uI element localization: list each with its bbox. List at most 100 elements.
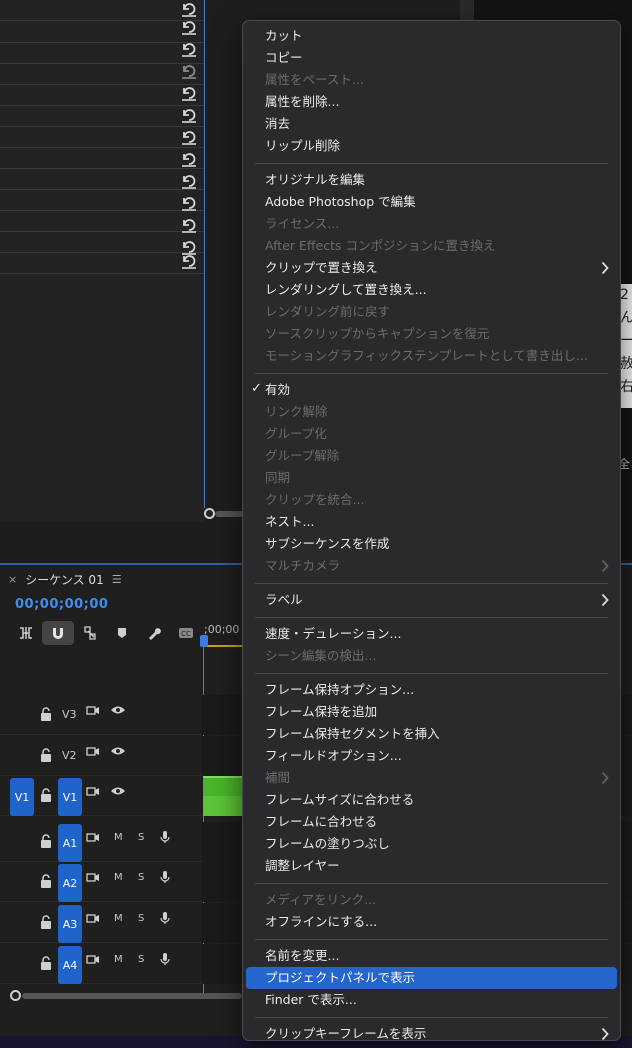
eye-icon[interactable] <box>110 746 126 756</box>
sync-lock-icon[interactable] <box>86 913 100 923</box>
lock-icon[interactable] <box>40 874 52 888</box>
microphone-icon[interactable] <box>160 911 170 925</box>
menu-item-2-7[interactable]: サブシーケンスを作成 <box>246 533 617 555</box>
lock-icon[interactable] <box>40 956 52 970</box>
sync-lock-icon[interactable] <box>86 746 100 756</box>
menu-item-5-1[interactable]: フレーム保持を追加 <box>246 701 617 723</box>
menu-item-1-7: ソースクリップからキャプションを復元 <box>246 323 617 345</box>
playhead-timecode[interactable]: 00;00;00;00 <box>15 597 108 612</box>
mute-button[interactable]: M <box>114 954 123 965</box>
menu-item-6-1[interactable]: オフラインにする... <box>246 911 617 933</box>
insert-overwrite-sequences-button[interactable] <box>10 621 42 645</box>
reset-parameter-icon[interactable] <box>180 194 198 212</box>
menu-item-1-5[interactable]: レンダリングして置き換え... <box>246 279 617 301</box>
track-target-a2[interactable]: A2 <box>58 864 82 902</box>
menu-item-0-4[interactable]: 消去 <box>246 113 617 135</box>
menu-item-0-5[interactable]: リップル削除 <box>246 135 617 157</box>
menu-item-8-0[interactable]: クリップキーフレームを表示 <box>246 1023 617 1045</box>
sync-lock-icon[interactable] <box>86 786 100 796</box>
menu-item-5-8[interactable]: 調整レイヤー <box>246 855 617 877</box>
menu-item-label: ライセンス... <box>265 216 340 231</box>
menu-item-1-0[interactable]: オリジナルを編集 <box>246 169 617 191</box>
captions-button[interactable]: CC <box>170 621 202 645</box>
menu-item-5-5[interactable]: フレームサイズに合わせる <box>246 789 617 811</box>
sync-lock-icon[interactable] <box>86 832 100 842</box>
mute-button[interactable]: M <box>114 872 123 883</box>
menu-item-4-0[interactable]: 速度・デュレーション... <box>246 623 617 645</box>
timeline-zoom-handle[interactable] <box>10 990 21 1001</box>
eye-icon[interactable] <box>110 786 126 796</box>
timeline-scrollbar[interactable] <box>22 993 242 999</box>
timeline-settings-button[interactable] <box>138 621 170 645</box>
menu-item-5-6[interactable]: フレームに合わせる <box>246 811 617 833</box>
menu-item-7-0[interactable]: 名前を変更... <box>246 945 617 967</box>
source-patch-v1[interactable]: V1 <box>10 778 34 816</box>
solo-button[interactable]: S <box>138 872 144 883</box>
menu-item-label: フレーム保持オプション... <box>265 682 415 697</box>
menu-item-label: フレーム保持セグメントを挿入 <box>265 726 440 741</box>
snap-button[interactable] <box>42 621 74 645</box>
mute-button[interactable]: M <box>114 913 123 924</box>
microphone-icon[interactable] <box>160 870 170 884</box>
sync-lock-icon[interactable] <box>86 954 100 964</box>
close-icon[interactable]: × <box>8 573 17 586</box>
reset-parameter-icon[interactable] <box>180 106 198 124</box>
menu-item-5-3[interactable]: フィールドオプション... <box>246 745 617 767</box>
lock-icon[interactable] <box>40 748 52 762</box>
reset-parameter-icon[interactable] <box>180 18 198 36</box>
solo-button[interactable]: S <box>138 954 144 965</box>
menu-item-0-0[interactable]: カット <box>246 25 617 47</box>
solo-button[interactable]: S <box>138 832 144 843</box>
reset-parameter-icon[interactable] <box>180 0 198 18</box>
track-target-a4[interactable]: A4 <box>58 946 82 984</box>
mute-button[interactable]: M <box>114 832 123 843</box>
menu-item-1-4[interactable]: クリップで置き換え <box>246 257 617 279</box>
menu-item-2-0[interactable]: ✓ 有効 <box>246 379 617 401</box>
reset-parameter-icon[interactable] <box>180 216 198 234</box>
track-target-v1[interactable]: V1 <box>58 778 82 816</box>
menu-item-1-1[interactable]: Adobe Photoshop で編集 <box>246 191 617 213</box>
playhead-handle[interactable] <box>200 635 208 647</box>
add-marker-button[interactable] <box>106 621 138 645</box>
ruler-timecode: ;00;00 <box>204 623 240 636</box>
eye-icon[interactable] <box>110 705 126 715</box>
reset-parameter-icon[interactable] <box>180 62 198 80</box>
menu-item-label: メディアをリンク... <box>265 892 377 907</box>
menu-item-7-1[interactable]: プロジェクトパネルで表示 <box>246 967 617 989</box>
menu-item-2-3: グループ解除 <box>246 445 617 467</box>
track-name[interactable]: V3 <box>62 708 77 721</box>
reset-parameter-icon[interactable] <box>180 252 198 270</box>
reset-parameter-icon[interactable] <box>180 40 198 58</box>
menu-item-label: 同期 <box>265 470 291 485</box>
sequence-tab[interactable]: × シーケンス 01 ☰ <box>8 571 122 588</box>
reset-parameter-icon[interactable] <box>180 128 198 146</box>
sync-lock-icon[interactable] <box>86 705 100 715</box>
menu-item-0-3[interactable]: 属性を削除... <box>246 91 617 113</box>
solo-button[interactable]: S <box>138 913 144 924</box>
lock-icon[interactable] <box>40 788 52 802</box>
lock-icon[interactable] <box>40 834 52 848</box>
menu-item-7-2[interactable]: Finder で表示... <box>246 989 617 1011</box>
menu-item-2-6[interactable]: ネスト... <box>246 511 617 533</box>
menu-item-5-0[interactable]: フレーム保持オプション... <box>246 679 617 701</box>
menu-separator <box>255 583 608 584</box>
microphone-icon[interactable] <box>160 952 170 966</box>
menu-item-3-0[interactable]: ラベル <box>246 589 617 611</box>
lock-icon[interactable] <box>40 915 52 929</box>
microphone-icon[interactable] <box>160 830 170 844</box>
effect-controls-zoom-handle[interactable] <box>204 508 215 519</box>
reset-parameter-icon[interactable] <box>180 150 198 168</box>
panel-menu-icon[interactable]: ☰ <box>112 573 122 586</box>
reset-parameter-icon[interactable] <box>180 84 198 102</box>
menu-item-0-1[interactable]: コピー <box>246 47 617 69</box>
lock-icon[interactable] <box>40 707 52 721</box>
menu-item-5-2[interactable]: フレーム保持セグメントを挿入 <box>246 723 617 745</box>
menu-item-5-7[interactable]: フレームの塗りつぶし <box>246 833 617 855</box>
linked-selection-button[interactable] <box>74 621 106 645</box>
reset-parameter-icon[interactable] <box>180 172 198 190</box>
sync-lock-icon[interactable] <box>86 872 100 882</box>
menu-item-label: クリップを統合... <box>265 492 365 507</box>
track-target-a1[interactable]: A1 <box>58 824 82 862</box>
track-name[interactable]: V2 <box>62 749 77 762</box>
track-target-a3[interactable]: A3 <box>58 905 82 943</box>
